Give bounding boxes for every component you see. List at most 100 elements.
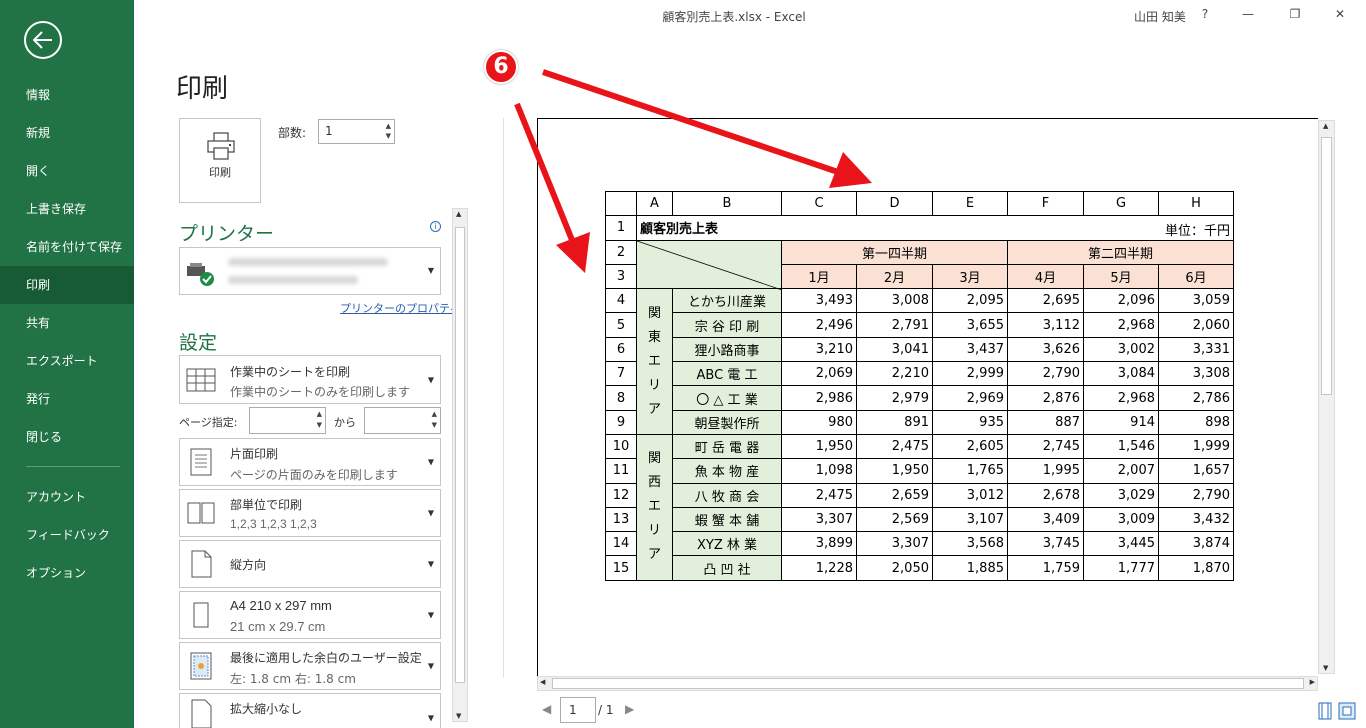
scroll-up-icon[interactable]: ▲ bbox=[456, 210, 461, 218]
scroll-up-icon[interactable]: ▲ bbox=[1323, 122, 1328, 130]
month-header: 4月 bbox=[1007, 263, 1084, 290]
nav-item[interactable]: 情報 bbox=[0, 76, 134, 114]
customer-name: 凸 凹 社 bbox=[672, 555, 782, 581]
scrollbar-thumb[interactable] bbox=[552, 678, 1304, 689]
sales-cell: 1,950 bbox=[856, 458, 933, 484]
nav-item[interactable]: 名前を付けて保存 bbox=[0, 228, 134, 266]
settings-scrollbar[interactable]: ▲ ▼ bbox=[452, 208, 468, 722]
collate-dropdown[interactable]: 部単位で印刷 1,2,3 1,2,3 1,2,3 ▼ bbox=[179, 489, 441, 537]
sales-cell: 2,069 bbox=[781, 361, 857, 387]
next-page-icon[interactable]: ▶ bbox=[625, 702, 634, 716]
copies-input[interactable]: 1 ▲ ▼ bbox=[318, 119, 395, 144]
nav-item[interactable]: フィードバック bbox=[0, 516, 134, 554]
page-range-label: ページ指定: bbox=[179, 416, 238, 429]
sales-cell: 2,791 bbox=[856, 312, 933, 338]
nav-item[interactable]: オプション bbox=[0, 554, 134, 592]
customer-name: 八 牧 商 会 bbox=[672, 482, 782, 508]
nav-item[interactable]: 閉じる bbox=[0, 418, 134, 456]
info-icon[interactable]: i bbox=[430, 221, 441, 232]
sales-cell: 1,999 bbox=[1158, 433, 1234, 460]
page-from-input[interactable]: ▲ ▼ bbox=[249, 407, 326, 434]
nav-item[interactable]: 新規 bbox=[0, 114, 134, 152]
scroll-down-icon[interactable]: ▼ bbox=[456, 712, 461, 720]
settings-heading: 設定 bbox=[179, 332, 218, 354]
table-row: 15 凸 凹 社 1,228 2,050 1,885 1,759 1,777 1,870 bbox=[605, 555, 1234, 581]
close-icon[interactable]: ✕ bbox=[1331, 7, 1349, 21]
sides-dropdown[interactable]: 片面印刷 ページの片面のみを印刷します ▼ bbox=[179, 438, 441, 486]
row-number: 5 bbox=[605, 312, 637, 338]
sales-cell: 2,968 bbox=[1083, 385, 1159, 411]
preview-vertical-scrollbar[interactable]: ▲ ▼ bbox=[1318, 120, 1335, 674]
customer-name: 狸小路商事 bbox=[672, 336, 782, 363]
sales-cell: 2,790 bbox=[1007, 361, 1084, 387]
nav-item[interactable]: アカウント bbox=[0, 478, 134, 516]
scroll-right-icon[interactable]: ▶ bbox=[1310, 678, 1315, 686]
paper-size-dropdown[interactable]: A4 210 x 297 mm 21 cm x 29.7 cm ▼ bbox=[179, 591, 441, 639]
restore-icon[interactable]: ❐ bbox=[1286, 7, 1304, 21]
paper-sub: 21 cm x 29.7 cm bbox=[230, 619, 326, 634]
area-char: 東 bbox=[647, 329, 661, 345]
copies-label: 部数: bbox=[278, 126, 307, 140]
document-title: 顧客別売上表.xlsx - Excel bbox=[662, 10, 806, 24]
print-what-dropdown[interactable]: 作業中のシートを印刷 作業中のシートのみを印刷します ▼ bbox=[179, 355, 441, 404]
area-char: 西 bbox=[647, 475, 661, 491]
scroll-left-icon[interactable]: ◀ bbox=[540, 678, 545, 686]
customer-name: とかち川産業 bbox=[672, 288, 782, 314]
page-to-input[interactable]: ▲ ▼ bbox=[364, 407, 441, 434]
nav-item[interactable]: エクスポート bbox=[0, 342, 134, 380]
spin-down-icon[interactable]: ▼ bbox=[386, 132, 391, 140]
print-button-label: 印刷 bbox=[209, 166, 231, 179]
nav-item[interactable]: 上書き保存 bbox=[0, 190, 134, 228]
scroll-down-icon[interactable]: ▼ bbox=[1323, 664, 1328, 672]
prev-page-icon[interactable]: ◀ bbox=[542, 702, 551, 716]
orientation-dropdown[interactable]: 縦方向 ▼ bbox=[179, 540, 441, 588]
user-name[interactable]: 山田 知美 bbox=[1134, 8, 1186, 25]
scaling-dropdown[interactable]: 拡大縮小なし ▼ bbox=[179, 693, 441, 728]
sales-cell: 3,493 bbox=[781, 288, 857, 314]
sales-cell: 1,098 bbox=[781, 458, 857, 484]
show-margins-icon[interactable] bbox=[1318, 702, 1332, 720]
sales-cell: 2,569 bbox=[856, 506, 933, 533]
area-char: エ bbox=[647, 499, 661, 515]
zoom-to-page-icon[interactable] bbox=[1338, 702, 1356, 720]
spin-up-icon[interactable]: ▲ bbox=[386, 122, 391, 130]
copies-value: 1 bbox=[325, 124, 333, 138]
preview-horizontal-scrollbar[interactable]: ◀ ▶ bbox=[537, 676, 1318, 691]
page-total: / 1 bbox=[598, 703, 614, 717]
back-arrow-icon[interactable] bbox=[24, 21, 62, 59]
sales-cell: 2,475 bbox=[781, 482, 857, 508]
print-button[interactable]: 印刷 bbox=[179, 118, 261, 203]
area-kansai: 関西エリア bbox=[636, 433, 673, 581]
table-row: 14 XYZ 林 業 3,899 3,307 3,568 3,745 3,445 3,874 bbox=[605, 531, 1234, 557]
nav-item[interactable]: 発行 bbox=[0, 380, 134, 418]
sales-cell: 2,007 bbox=[1083, 458, 1159, 484]
printer-select[interactable]: ▼ bbox=[179, 247, 441, 295]
table-row: 8 〇 △ 工 業 2,986 2,979 2,969 2,876 2,968 2,786 bbox=[605, 385, 1234, 411]
printer-properties-link[interactable]: プリンターのプロパティ bbox=[340, 300, 460, 316]
sales-cell: 2,745 bbox=[1007, 433, 1084, 460]
month-header: 2月 bbox=[856, 263, 933, 290]
printer-status-blurred bbox=[228, 276, 358, 284]
margins-dropdown[interactable]: 最後に適用した余白のユーザー設定 左: 1.8 cm 右: 1.8 cm ▼ bbox=[179, 642, 441, 690]
page-number-input[interactable]: 1 bbox=[560, 697, 596, 723]
paper-title: A4 210 x 297 mm bbox=[230, 598, 332, 613]
help-icon[interactable]: ? bbox=[1196, 7, 1214, 21]
scrollbar-thumb[interactable] bbox=[1321, 137, 1332, 395]
nav-item[interactable]: 共有 bbox=[0, 304, 134, 342]
row-number: 9 bbox=[605, 409, 637, 435]
sales-cell: 2,695 bbox=[1007, 288, 1084, 314]
area-char: 関 bbox=[647, 305, 661, 321]
print-what-sub: 作業中のシートのみを印刷します bbox=[230, 385, 411, 399]
nav-item[interactable]: 開く bbox=[0, 152, 134, 190]
step-number-badge: 6 bbox=[484, 50, 518, 84]
sales-cell: 2,968 bbox=[1083, 312, 1159, 338]
sales-cell: 3,008 bbox=[856, 288, 933, 314]
scrollbar-thumb[interactable] bbox=[455, 227, 465, 683]
sales-cell: 3,029 bbox=[1083, 482, 1159, 508]
minimize-icon[interactable]: — bbox=[1239, 7, 1257, 21]
sales-cell: 935 bbox=[932, 409, 1008, 435]
nav-item[interactable]: 印刷 bbox=[0, 266, 134, 304]
sales-cell: 2,210 bbox=[856, 361, 933, 387]
sales-cell: 2,496 bbox=[781, 312, 857, 338]
sales-cell: 3,626 bbox=[1007, 336, 1084, 363]
